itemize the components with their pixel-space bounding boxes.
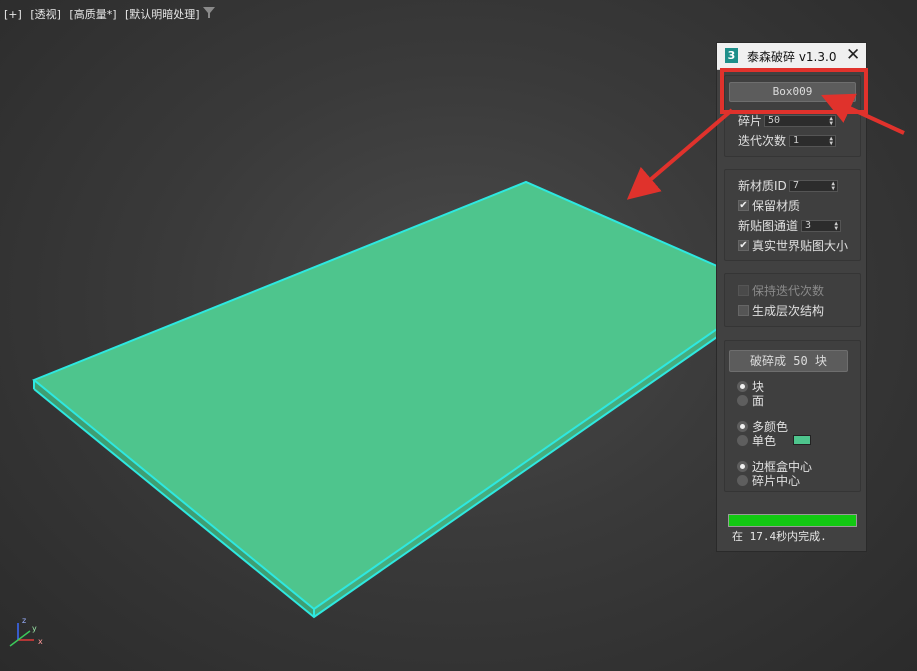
viewport-menu-shading[interactable]: [默认明暗处理] [125, 8, 200, 21]
axis-label-x: x [38, 637, 43, 646]
fragments-spinner[interactable]: 50 ▲ ▼ [764, 115, 836, 127]
map-channel-value: 3 [805, 220, 812, 231]
voronoi-dialog[interactable]: 3 泰森破碎 v1.3.0 ✕ Box009 碎片 50 ▲ ▼ 迭代次数 1 ▲… [716, 42, 867, 552]
iterations-label: 迭代次数 [738, 134, 787, 148]
color-radio-single[interactable] [737, 435, 748, 446]
spinner-arrows-icon[interactable]: ▲ ▼ [829, 116, 833, 127]
color-radio-multi[interactable] [737, 421, 748, 432]
keep-material-label: 保留材质 [752, 199, 801, 213]
progress-fill [729, 515, 856, 526]
map-channel-spinner[interactable]: 3 ▲ ▼ [801, 220, 841, 232]
axis-label-y: y [32, 624, 37, 633]
group-break: 破碎成 50 块 块 面 多颜色 单色 边框盒中心 碎片中心 [724, 340, 861, 492]
pivot-radio-bbox[interactable] [737, 461, 748, 472]
material-id-label: 新材质ID [738, 179, 787, 193]
axis-label-z: z [22, 616, 26, 625]
mode-label-face: 面 [752, 394, 765, 408]
spinner-arrows-icon[interactable]: ▲ ▼ [829, 136, 833, 147]
real-world-label: 真实世界贴图大小 [752, 239, 849, 253]
axis-gizmo-icon: z y x [9, 616, 43, 647]
plate-top[interactable] [32, 180, 718, 611]
viewport-labels[interactable]: [+] [透视] [高质量*] [默认明暗处理] [4, 6, 205, 22]
pivot-radio-fragment[interactable] [737, 475, 748, 486]
group-material: 新材质ID 7 ▲ ▼ ✔ 保留材质 新贴图通道 3 ▲ ▼ ✔ 真实世界贴图大小 [724, 169, 861, 261]
viewport-menu-quality[interactable]: [高质量*] [69, 8, 116, 21]
filter-icon[interactable] [203, 7, 215, 19]
material-id-spinner[interactable]: 7 ▲ ▼ [789, 180, 838, 192]
group-hierarchy: 保持迭代次数 生成层次结构 [724, 273, 861, 327]
fragments-label: 碎片 [738, 114, 763, 128]
mode-radio-block[interactable] [737, 381, 748, 392]
annotation-highlight-box [720, 68, 868, 114]
real-world-checkbox[interactable]: ✔ [738, 240, 749, 251]
keep-material-checkbox[interactable]: ✔ [738, 200, 749, 211]
status-text: 在 17.4秒内完成. [732, 530, 827, 543]
app-icon: 3 [725, 48, 738, 63]
dialog-titlebar[interactable]: 3 泰森破碎 v1.3.0 ✕ [717, 43, 866, 70]
keep-iterations-checkbox[interactable] [738, 285, 749, 296]
material-id-value: 7 [793, 180, 800, 191]
close-icon[interactable]: ✕ [846, 46, 860, 64]
iterations-value: 1 [793, 135, 800, 146]
hierarchy-checkbox[interactable] [738, 305, 749, 316]
map-channel-label: 新贴图通道 [738, 219, 799, 233]
progress-bar [728, 514, 857, 527]
hierarchy-label: 生成层次结构 [752, 304, 825, 318]
single-color-swatch[interactable] [793, 435, 811, 445]
spinner-arrows-icon[interactable]: ▲ ▼ [834, 221, 838, 232]
pivot-label-fragment: 碎片中心 [752, 474, 801, 488]
iterations-spinner[interactable]: 1 ▲ ▼ [789, 135, 836, 147]
dialog-title: 泰森破碎 v1.3.0 [747, 50, 837, 64]
viewport-menu-view[interactable]: [透视] [30, 8, 61, 21]
viewport-menu-plus[interactable]: [+] [4, 8, 22, 21]
fragments-value: 50 [768, 115, 781, 126]
mode-radio-face[interactable] [737, 395, 748, 406]
break-button[interactable]: 破碎成 50 块 [729, 350, 848, 372]
color-label-single: 单色 [752, 434, 777, 448]
keep-iterations-label: 保持迭代次数 [752, 284, 825, 298]
spinner-arrows-icon[interactable]: ▲ ▼ [831, 181, 835, 192]
